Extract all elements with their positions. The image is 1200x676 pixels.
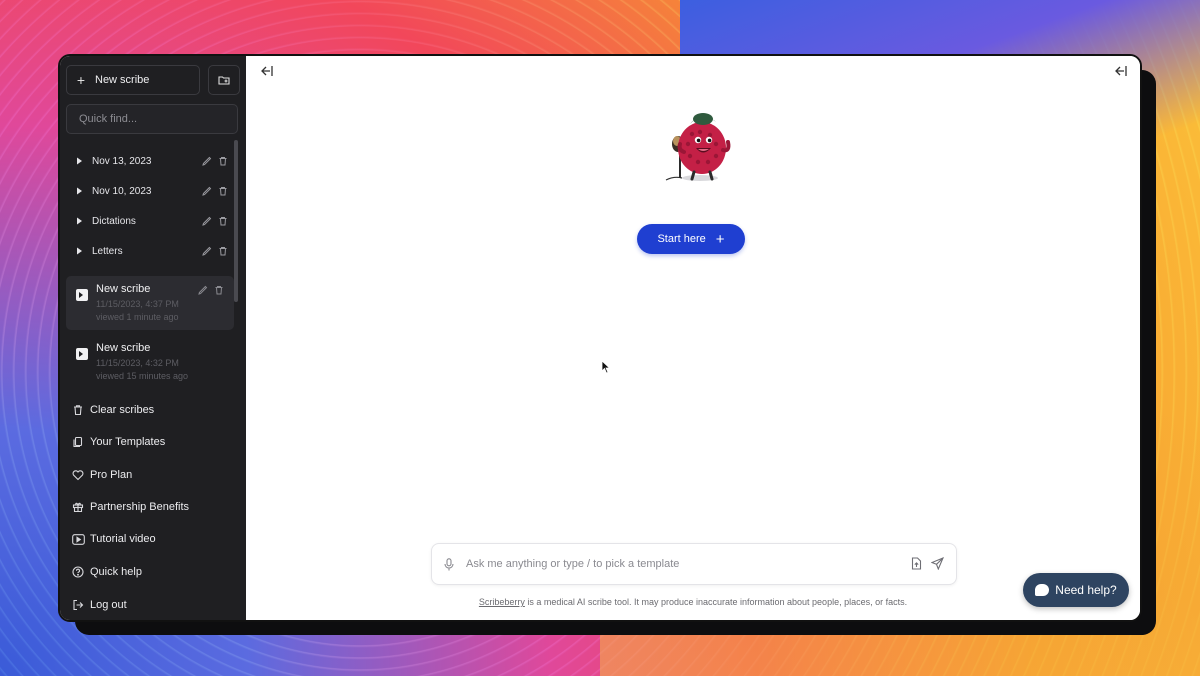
scribe-icon — [76, 289, 88, 301]
trash-icon[interactable] — [218, 246, 228, 256]
plus-icon: + — [76, 72, 86, 88]
main-panel: Start here + Ask me anything or type / t… — [246, 56, 1140, 620]
upload-file-icon[interactable] — [911, 557, 922, 575]
menu-quick-help[interactable]: Quick help — [66, 560, 236, 584]
new-folder-button[interactable] — [208, 65, 240, 95]
menu-log-out[interactable]: Log out — [66, 593, 236, 617]
caret-right-icon[interactable] — [66, 157, 92, 165]
scribe-item-active[interactable]: New scribe 11/15/2023, 4:37 PM viewed 1 … — [66, 276, 234, 330]
new-scribe-button[interactable]: + New scribe — [66, 65, 200, 95]
trash-icon — [66, 404, 90, 416]
menu-label: Tutorial video — [90, 533, 156, 545]
quick-find-input[interactable]: Quick find... — [66, 104, 238, 134]
sidebar-topbar: + New scribe — [66, 65, 242, 97]
send-icon[interactable] — [930, 556, 945, 575]
chat-input[interactable]: Ask me anything or type / to pick a temp… — [431, 543, 957, 585]
scribe-date: 11/15/2023, 4:37 PM — [96, 299, 179, 309]
logout-icon — [66, 599, 90, 611]
folder-row[interactable]: Nov 13, 2023 — [66, 148, 230, 174]
folder-label: Nov 10, 2023 — [92, 185, 152, 197]
microphone-icon[interactable] — [444, 558, 454, 576]
sidebar: + New scribe Quick find... Nov 13, 2023 — [60, 56, 246, 620]
menu-label: Log out — [90, 599, 127, 611]
collapse-sidebar-icon[interactable] — [260, 65, 274, 80]
heart-icon — [66, 469, 90, 481]
trash-icon[interactable] — [218, 216, 228, 226]
brand-link[interactable]: Scribeberry — [479, 597, 525, 607]
play-icon — [66, 533, 90, 545]
caret-right-icon[interactable] — [66, 187, 92, 195]
menu-label: Partnership Benefits — [90, 501, 190, 513]
folder-label: Dictations — [92, 215, 136, 227]
menu-clear-scribes[interactable]: Clear scribes — [66, 398, 236, 422]
app-window: + New scribe Quick find... Nov 13, 2023 — [58, 54, 1142, 622]
scribe-title: New scribe — [96, 283, 151, 295]
scribe-item[interactable]: New scribe 11/15/2023, 4:32 PM viewed 15… — [66, 335, 234, 389]
collapse-panel-icon[interactable] — [1114, 65, 1128, 80]
folder-row[interactable]: Letters — [66, 238, 230, 264]
help-circle-icon — [66, 566, 90, 578]
pencil-icon[interactable] — [202, 246, 212, 256]
sidebar-scrollbar[interactable] — [234, 140, 238, 302]
chat-bubble-icon — [1035, 584, 1050, 596]
folder-label: Nov 13, 2023 — [92, 155, 152, 167]
pencil-icon[interactable] — [202, 156, 212, 166]
trash-icon[interactable] — [214, 285, 224, 295]
scribe-title: New scribe — [96, 342, 151, 354]
folder-row[interactable]: Dictations — [66, 208, 230, 234]
folder-label: Letters — [92, 245, 123, 257]
scribe-icon — [76, 348, 88, 360]
scribe-date: 11/15/2023, 4:32 PM — [96, 358, 179, 368]
need-help-button[interactable]: Need help? — [1023, 573, 1129, 607]
menu-label: Clear scribes — [90, 404, 155, 416]
quick-find-placeholder: Quick find... — [79, 113, 138, 125]
pencil-icon[interactable] — [198, 285, 208, 295]
new-scribe-label: New scribe — [95, 74, 150, 86]
caret-right-icon[interactable] — [66, 247, 92, 255]
disclaimer: Scribeberry is a medical AI scribe tool.… — [246, 597, 1140, 607]
disclaimer-text: is a medical AI scribe tool. It may prod… — [524, 597, 908, 607]
menu-label: Pro Plan — [90, 469, 133, 481]
menu-partnership-benefits[interactable]: Partnership Benefits — [66, 495, 236, 519]
folder-plus-icon — [218, 76, 230, 85]
scribe-viewed: viewed 15 minutes ago — [96, 371, 189, 381]
raspberry-mascot-illustration — [665, 113, 731, 181]
menu-label: Your Templates — [90, 436, 166, 448]
start-here-button[interactable]: Start here + — [637, 224, 745, 254]
need-help-label: Need help? — [1055, 583, 1117, 597]
gift-icon — [66, 501, 90, 513]
menu-your-templates[interactable]: Your Templates — [66, 430, 236, 454]
plus-icon: + — [715, 230, 725, 248]
pencil-icon[interactable] — [202, 216, 212, 226]
trash-icon[interactable] — [218, 186, 228, 196]
chat-input-placeholder: Ask me anything or type / to pick a temp… — [466, 558, 680, 570]
templates-icon — [66, 436, 90, 448]
trash-icon[interactable] — [218, 156, 228, 166]
scribe-viewed: viewed 1 minute ago — [96, 312, 179, 322]
pencil-icon[interactable] — [202, 186, 212, 196]
caret-right-icon[interactable] — [66, 217, 92, 225]
start-here-label: Start here — [657, 233, 706, 245]
mouse-cursor-icon — [601, 360, 611, 374]
menu-tutorial-video[interactable]: Tutorial video — [66, 527, 236, 551]
menu-label: Quick help — [90, 566, 142, 578]
folder-row[interactable]: Nov 10, 2023 — [66, 178, 230, 204]
menu-pro-plan[interactable]: Pro Plan — [66, 463, 236, 487]
